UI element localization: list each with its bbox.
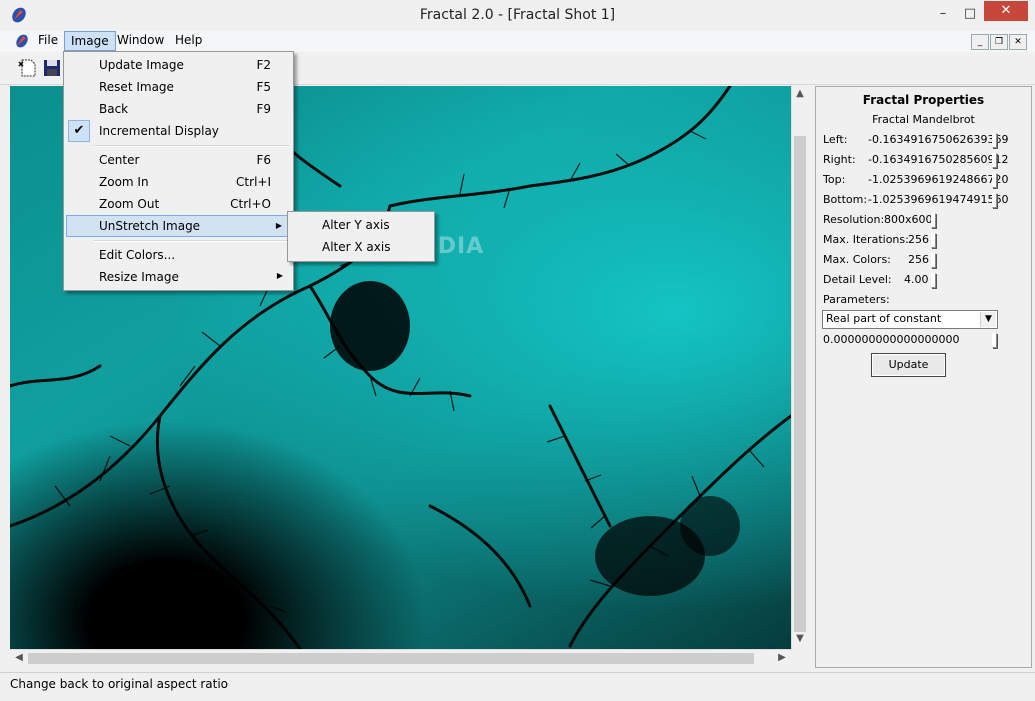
scroll-down-icon[interactable]: ▼ [793,633,807,644]
parameter-select[interactable]: Real part of constant ▼ [822,310,998,329]
title-bar: Fractal 2.0 - [Fractal Shot 1] – □ ✕ [0,0,1035,31]
max-colors-value: 256 [908,253,929,266]
parameters-label: Parameters: [823,293,890,306]
right-label: Right: [823,153,856,166]
max-iterations-label: Max. Iterations: [823,233,909,246]
menu-item-center[interactable]: Center F6 [66,149,291,171]
window-title: Fractal 2.0 - [Fractal Shot 1] [419,7,616,23]
menu-separator [94,145,289,147]
top-edit-button[interactable] [992,173,997,188]
top-label: Top: [823,173,846,186]
horizontal-scrollbar[interactable]: ◀ ▶ [10,649,791,667]
menu-item-label: Incremental Display [99,124,219,138]
menu-item-zoom-in[interactable]: Zoom In Ctrl+I [66,171,291,193]
left-label: Left: [823,133,848,146]
menu-item-shortcut: F9 [256,102,271,116]
scroll-right-icon[interactable]: ▶ [775,652,789,663]
parameter-value: 0.000000000000000000 [823,333,960,346]
menu-item-zoom-out[interactable]: Zoom Out Ctrl+O [66,193,291,215]
menu-bar: File Image Window Help _ ❐ ✕ [0,31,1035,53]
mdi-close-button[interactable]: ✕ [1009,34,1027,50]
resolution-label: Resolution: [823,213,885,226]
left-edit-button[interactable] [992,133,997,148]
menu-item-label: Zoom Out [99,197,160,211]
fractal-type: Fractal Mandelbrot [872,113,975,126]
mdi-restore-button[interactable]: ❐ [990,34,1008,50]
detail-level-label: Detail Level: [823,273,892,286]
menu-item-label: Reset Image [99,80,174,94]
menu-item-label: Resize Image [99,270,179,284]
fractal-properties-panel: Fractal Properties Fractal Mandelbrot Le… [815,86,1032,668]
menu-item-reset-image[interactable]: Reset Image F5 [66,76,291,98]
right-value: -0.163491675028560912 [868,153,1009,166]
menu-item-label: Back [99,102,129,116]
submenu-item-alter-x-axis[interactable]: Alter X axis [322,240,390,254]
minimize-button[interactable]: – [930,4,956,24]
menu-item-shortcut: F2 [256,58,271,72]
submenu-arrow-icon: ▶ [275,221,282,230]
bottom-value: -1.025396961947491560 [868,193,1009,206]
menu-item-shortcut: Ctrl+O [230,197,271,211]
menu-help[interactable]: Help [169,31,208,50]
menu-item-shortcut: F6 [256,153,271,167]
menu-window[interactable]: Window [111,31,170,50]
unstretch-submenu: Alter Y axis Alter X axis [287,211,435,262]
max-iterations-value: 256 [908,233,929,246]
horizontal-scroll-thumb[interactable] [28,653,754,664]
save-icon[interactable] [41,57,63,79]
left-value: -0.163491675062639369 [868,133,1009,146]
top-value: -1.025396961924866720 [868,173,1009,186]
right-edit-button[interactable] [992,153,997,168]
panel-title: Fractal Properties [862,93,985,107]
parameter-selected-value: Real part of constant [826,312,942,325]
detail-level-value: 4.00 [904,273,929,286]
status-text: Change back to original aspect ratio [10,677,229,691]
menu-separator [94,240,289,242]
bottom-edit-button[interactable] [992,193,997,208]
parameter-edit-button[interactable] [992,333,997,348]
max-iterations-edit-button[interactable] [931,233,936,248]
submenu-item-alter-y-axis[interactable]: Alter Y axis [322,218,390,232]
menu-item-incremental-display[interactable]: ✔ Incremental Display [66,120,291,142]
menu-item-label: UnStretch Image [99,219,201,233]
menu-item-shortcut: F5 [256,80,271,94]
menu-item-resize-image[interactable]: Resize Image ▶ [66,266,291,288]
menu-item-label: Edit Colors... [99,248,176,262]
submenu-arrow-icon: ▶ [276,271,283,280]
menu-item-shortcut: Ctrl+I [236,175,271,189]
menu-item-label: Center [99,153,140,167]
max-colors-label: Max. Colors: [823,253,891,266]
resolution-value: 800x600 [884,213,933,226]
mdi-minimize-button[interactable]: _ [971,34,989,50]
new-file-icon[interactable] [17,57,39,79]
menu-file[interactable]: File [32,31,64,50]
vertical-scrollbar[interactable]: ▲ ▼ [791,86,809,649]
checkmark-icon: ✔ [68,120,90,142]
close-button[interactable]: ✕ [984,1,1028,21]
menu-item-unstretch-image[interactable]: UnStretch Image ▶ [66,215,291,237]
chevron-down-icon[interactable]: ▼ [980,312,996,327]
status-bar: Change back to original aspect ratio [0,672,1035,701]
resolution-edit-button[interactable] [931,213,936,228]
max-colors-edit-button[interactable] [931,253,936,268]
update-button[interactable]: Update [871,353,946,377]
menu-image[interactable]: Image [64,31,116,51]
bottom-label: Bottom: [823,193,868,206]
maximize-button[interactable]: □ [957,4,983,24]
vertical-scroll-thumb[interactable] [794,136,806,632]
menu-item-update-image[interactable]: Update Image F2 [66,54,291,76]
image-menu-dropdown: Update Image F2 Reset Image F5 Back F9 ✔… [63,51,294,291]
document-icon[interactable] [14,33,30,49]
menu-item-label: Update Image [99,58,184,72]
menu-item-back[interactable]: Back F9 [66,98,291,120]
scroll-up-icon[interactable]: ▲ [793,88,807,99]
menu-item-edit-colors[interactable]: Edit Colors... [66,244,291,266]
scroll-left-icon[interactable]: ◀ [12,652,26,663]
detail-level-edit-button[interactable] [931,273,936,288]
menu-item-label: Zoom In [99,175,149,189]
